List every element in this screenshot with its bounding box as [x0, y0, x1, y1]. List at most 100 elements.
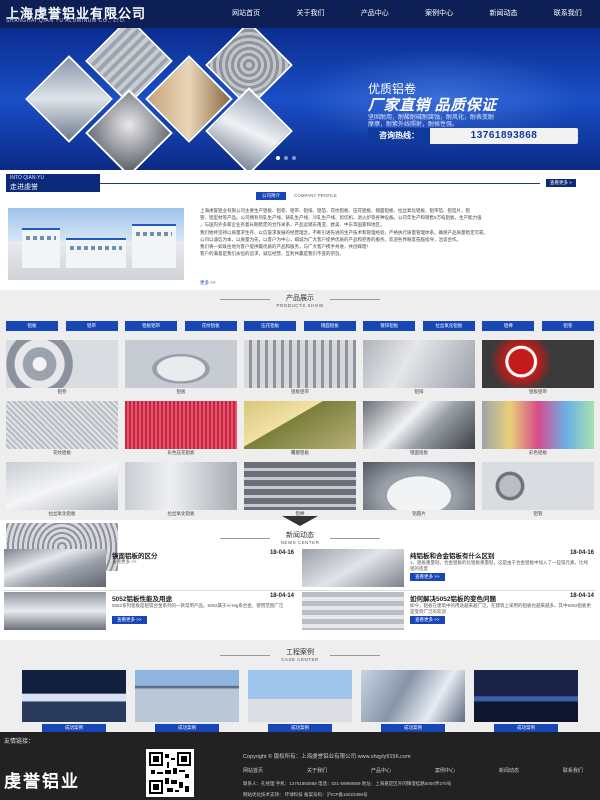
footer-nav-home[interactable]: 网站首页: [243, 767, 263, 774]
tab-company-intro[interactable]: 公司简介: [256, 192, 286, 200]
product-card[interactable]: 覆膜铝板: [244, 401, 356, 457]
case-caption[interactable]: 成功案例: [155, 724, 219, 732]
news-item[interactable]: 纯铝板和合金铝板有什么区别 18-04-16 1、铝板重量轻。合金铝板的比铝板重…: [302, 549, 596, 591]
tab-company-profile[interactable]: COMPANY PROFILE: [288, 192, 343, 200]
footer-nav-news[interactable]: 新闻动态: [499, 767, 519, 774]
product-card[interactable]: 镜面铝板: [363, 401, 475, 457]
news-more-button[interactable]: 查看更多 >>: [112, 616, 147, 624]
case-caption[interactable]: 成功案例: [42, 724, 106, 732]
product-image[interactable]: [482, 401, 594, 449]
carousel-dot[interactable]: [284, 156, 288, 160]
news-more-link[interactable]: 查看更多 >>: [112, 558, 137, 566]
product-image[interactable]: [244, 401, 356, 449]
nav-home[interactable]: 网站首页: [214, 0, 278, 28]
product-card[interactable]: 铝圆片: [363, 462, 475, 518]
product-image[interactable]: [6, 340, 118, 388]
category-button[interactable]: 铝棒: [482, 321, 535, 331]
product-card[interactable]: 彩色铝板: [482, 401, 594, 457]
news-headline[interactable]: 如何解决5052铝板的变色问题: [410, 593, 496, 603]
case-caption[interactable]: 成功案例: [268, 724, 332, 732]
news-headline[interactable]: 5052铝板性能及用途: [112, 593, 172, 603]
product-caption[interactable]: 拉丝氧化铝板: [6, 510, 118, 518]
product-card[interactable]: 铝板: [125, 340, 237, 396]
nav-news[interactable]: 新闻动态: [471, 0, 535, 28]
product-image[interactable]: [6, 462, 118, 510]
footer-nav-contact[interactable]: 联系我们: [563, 767, 583, 774]
product-card[interactable]: 铝板铝带: [482, 340, 594, 396]
category-button[interactable]: 压花铝板: [244, 321, 297, 331]
product-image[interactable]: [125, 401, 237, 449]
case-caption[interactable]: 成功案例: [381, 724, 445, 732]
product-caption[interactable]: 彩色铝板: [482, 449, 594, 457]
category-button[interactable]: 镜面铝板: [303, 321, 356, 331]
product-caption[interactable]: 铝管: [482, 510, 594, 518]
nav-about[interactable]: 关于我们: [278, 0, 342, 28]
news-item[interactable]: 如何解决5052铝板的变色问题 18-04-14 如今，铝板在建筑中的用途越来越…: [302, 592, 596, 634]
footer-nav-cases[interactable]: 案例中心: [435, 767, 455, 774]
nav-products[interactable]: 产品中心: [343, 0, 407, 28]
carousel-dot[interactable]: [292, 156, 296, 160]
hero-banner[interactable]: 优质铝卷 厂家直销 品质保证 坚固耐用，耐酸耐碱耐腐蚀，耐风化，耐表变耐 摩擦，…: [0, 28, 600, 170]
product-caption[interactable]: 铝排: [363, 388, 475, 396]
product-image[interactable]: [482, 340, 594, 388]
product-caption[interactable]: 覆膜铝板: [244, 449, 356, 457]
case-caption[interactable]: 成功案例: [494, 724, 558, 732]
product-card[interactable]: 拉丝氧化铝板: [6, 462, 118, 518]
product-caption[interactable]: 镜面铝板: [363, 449, 475, 457]
case-image[interactable]: [474, 670, 578, 722]
category-button[interactable]: 拉丝氧化铝板: [422, 321, 475, 331]
about-more-link[interactable]: 更多 >>: [200, 280, 216, 286]
product-caption[interactable]: 拉丝氧化铝板: [125, 510, 237, 518]
category-button[interactable]: 花纹铝板: [184, 321, 237, 331]
news-thumbnail[interactable]: [4, 549, 106, 587]
about-more-button[interactable]: 查看更多 >: [546, 179, 576, 187]
news-item[interactable]: 镜面铝板的区分 18-04-16 查看更多 >>: [4, 549, 296, 591]
case-image[interactable]: [248, 670, 352, 722]
case-card[interactable]: 成功案例: [135, 670, 239, 732]
product-image[interactable]: [125, 462, 237, 510]
news-item[interactable]: 5052铝板性能及用途 18-04-14 5052系列铝板是铝镁合金系列的一款常…: [4, 592, 296, 634]
product-caption[interactable]: 花纹铝板: [6, 449, 118, 457]
case-card[interactable]: 成功案例: [22, 670, 126, 732]
category-button[interactable]: 镀锌铝板: [363, 321, 416, 331]
case-image[interactable]: [135, 670, 239, 722]
nav-cases[interactable]: 案例中心: [407, 0, 471, 28]
product-card[interactable]: 铝板铝带: [244, 340, 356, 396]
category-button[interactable]: 铝板: [6, 321, 58, 331]
product-card[interactable]: 铝管: [482, 462, 594, 518]
product-card[interactable]: 花纹铝板: [6, 401, 118, 457]
news-thumbnail[interactable]: [302, 549, 404, 587]
product-image[interactable]: [363, 340, 475, 388]
product-image[interactable]: [125, 340, 237, 388]
case-image[interactable]: [22, 670, 126, 722]
product-card[interactable]: 铝卷: [6, 340, 118, 396]
news-more-button[interactable]: 查看更多 >>: [410, 616, 445, 624]
product-image[interactable]: [244, 340, 356, 388]
product-caption[interactable]: 铝板铝带: [244, 388, 356, 396]
case-image[interactable]: [361, 670, 465, 722]
news-thumbnail[interactable]: [302, 592, 404, 630]
category-button[interactable]: 铝板铝带: [125, 321, 178, 331]
product-image[interactable]: [6, 401, 118, 449]
product-caption[interactable]: 铝圆片: [363, 510, 475, 518]
footer-nav-products[interactable]: 产品中心: [371, 767, 391, 774]
news-headline[interactable]: 纯铝板和合金铝板有什么区别: [410, 550, 495, 560]
product-image[interactable]: [363, 462, 475, 510]
nav-contact[interactable]: 联系我们: [536, 0, 600, 28]
product-card[interactable]: 铝排: [363, 340, 475, 396]
news-thumbnail[interactable]: [4, 592, 106, 630]
product-card[interactable]: 铝棒: [244, 462, 356, 518]
footer-nav-about[interactable]: 关于我们: [307, 767, 327, 774]
product-caption[interactable]: 铝卷: [6, 388, 118, 396]
carousel-dot[interactable]: [276, 156, 280, 160]
case-card[interactable]: 成功案例: [361, 670, 465, 732]
case-card[interactable]: 成功案例: [248, 670, 352, 732]
hotline-box[interactable]: 咨询热线： 13761893868: [368, 128, 578, 144]
product-card[interactable]: 拉丝氧化铝板: [125, 462, 237, 518]
product-card[interactable]: 彩色压花铝板: [125, 401, 237, 457]
product-image[interactable]: [482, 462, 594, 510]
news-more-button[interactable]: 查看更多 >>: [410, 573, 445, 581]
category-button[interactable]: 铝卷: [541, 321, 594, 331]
product-image[interactable]: [363, 401, 475, 449]
case-card[interactable]: 成功案例: [474, 670, 578, 732]
